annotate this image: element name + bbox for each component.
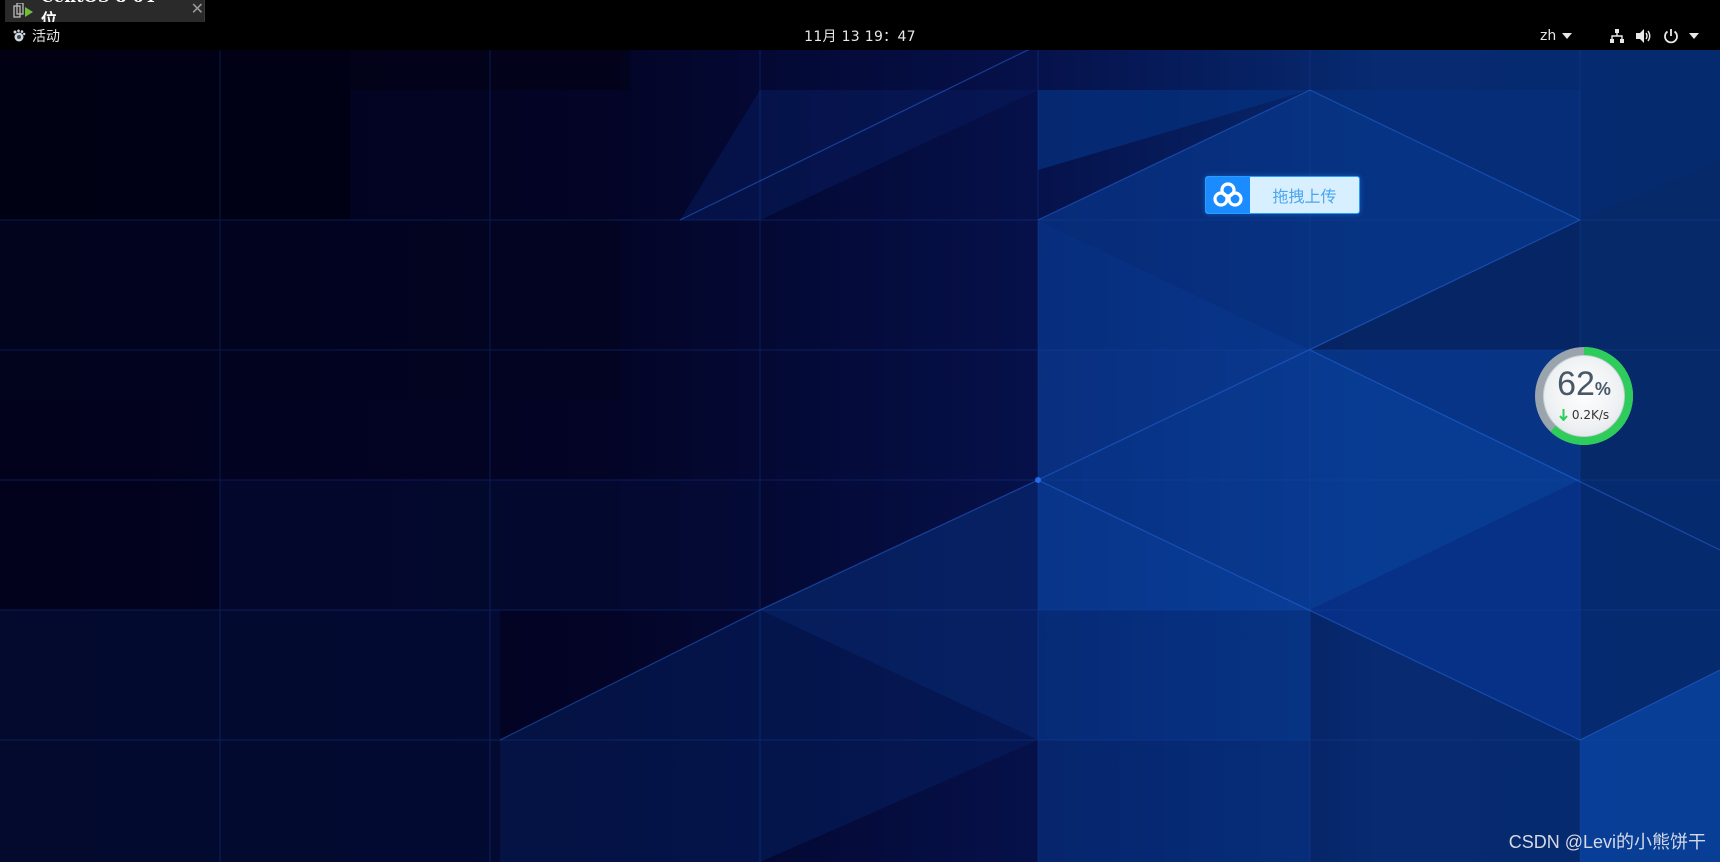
gnome-top-bar: 活动 11月 13 19：47 zh bbox=[0, 22, 1720, 50]
activities-button[interactable]: 活动 bbox=[12, 22, 60, 50]
baidu-netdisk-cloud-icon bbox=[1206, 177, 1250, 213]
usage-percent: 62% bbox=[1557, 367, 1611, 406]
activities-label: 活动 bbox=[32, 29, 60, 45]
volume-icon bbox=[1635, 27, 1653, 45]
desktop-background: 拖拽上传 62% 0.2K/s CSDN @Levi的小熊饼干 bbox=[0, 50, 1720, 862]
percent-sign: % bbox=[1594, 378, 1611, 399]
vm-icon bbox=[13, 3, 35, 19]
download-rate-value: 0.2K/s bbox=[1571, 407, 1610, 422]
language-selector[interactable]: zh bbox=[1540, 22, 1573, 50]
usage-percent-value: 62 bbox=[1557, 364, 1595, 403]
clock-button[interactable]: 11月 13 19：47 bbox=[804, 26, 916, 46]
drag-upload-widget[interactable]: 拖拽上传 bbox=[1205, 176, 1360, 214]
speed-widget-face: 62% 0.2K/s bbox=[1544, 356, 1624, 436]
chevron-down-icon bbox=[1689, 33, 1699, 39]
vm-tab-strip: CentOS 8 64 位 ✕ bbox=[0, 0, 1720, 29]
clock-container: 11月 13 19：47 bbox=[0, 22, 1720, 50]
speed-monitor-widget[interactable]: 62% 0.2K/s bbox=[1534, 346, 1634, 446]
wallpaper bbox=[0, 50, 1720, 862]
drag-upload-label: 拖拽上传 bbox=[1272, 187, 1337, 206]
csdn-watermark: CSDN @Levi的小熊饼干 bbox=[1508, 832, 1706, 852]
power-icon bbox=[1662, 27, 1680, 45]
download-rate: 0.2K/s bbox=[1559, 408, 1609, 422]
language-label: zh bbox=[1540, 28, 1557, 44]
gnome-foot-icon bbox=[13, 29, 26, 42]
system-menu[interactable] bbox=[1608, 22, 1699, 50]
chevron-down-icon bbox=[1562, 33, 1573, 39]
network-icon bbox=[1608, 27, 1626, 45]
close-icon[interactable]: ✕ bbox=[191, 0, 204, 18]
arrow-down-icon bbox=[1559, 408, 1568, 421]
vm-tab-centos[interactable]: CentOS 8 64 位 ✕ bbox=[5, 0, 205, 29]
